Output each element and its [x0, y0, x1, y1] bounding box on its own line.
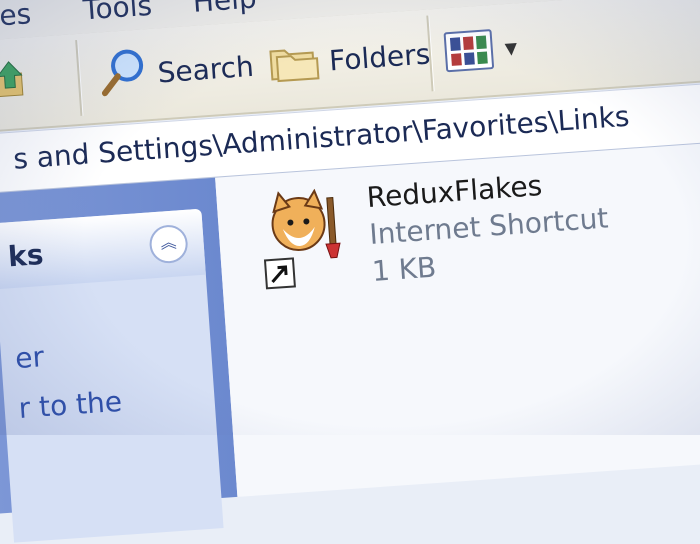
task-panel-header[interactable]: ks ︽: [0, 208, 206, 290]
up-folder-button[interactable]: [0, 55, 34, 110]
folders-icon: [266, 36, 323, 91]
views-button[interactable]: ▼: [443, 21, 519, 78]
shortcut-icon[interactable]: [256, 186, 355, 292]
task-panel: ks ︽ er r to the: [0, 208, 224, 543]
file-details[interactable]: ReduxFlakes Internet Shortcut 1 KB: [366, 165, 612, 288]
menu-item-tools[interactable]: Tools: [82, 0, 153, 26]
folders-label: Folders: [328, 36, 432, 77]
up-folder-icon: [0, 56, 34, 110]
task-link[interactable]: er: [14, 340, 45, 375]
menu-item-favorites[interactable]: es: [0, 0, 32, 32]
toolbar-separator: [75, 39, 83, 116]
folders-button[interactable]: Folders: [266, 27, 432, 90]
explorer-window: es Tools Help Search Folders ▼ s and Set…: [0, 0, 700, 543]
search-label: Search: [156, 49, 255, 89]
file-list: ReduxFlakes Internet Shortcut 1 KB: [215, 138, 700, 497]
views-icon: [443, 29, 495, 73]
menu-item-help[interactable]: Help: [192, 0, 258, 19]
search-icon: [96, 44, 152, 106]
dropdown-arrow-icon[interactable]: ▼: [504, 38, 518, 58]
task-pane: ks ︽ er r to the: [0, 177, 238, 543]
task-panel-title: ks: [6, 237, 45, 274]
task-link[interactable]: r to the: [18, 385, 123, 425]
search-button[interactable]: Search: [96, 40, 255, 103]
collapse-chevron-icon[interactable]: ︽: [148, 223, 189, 265]
